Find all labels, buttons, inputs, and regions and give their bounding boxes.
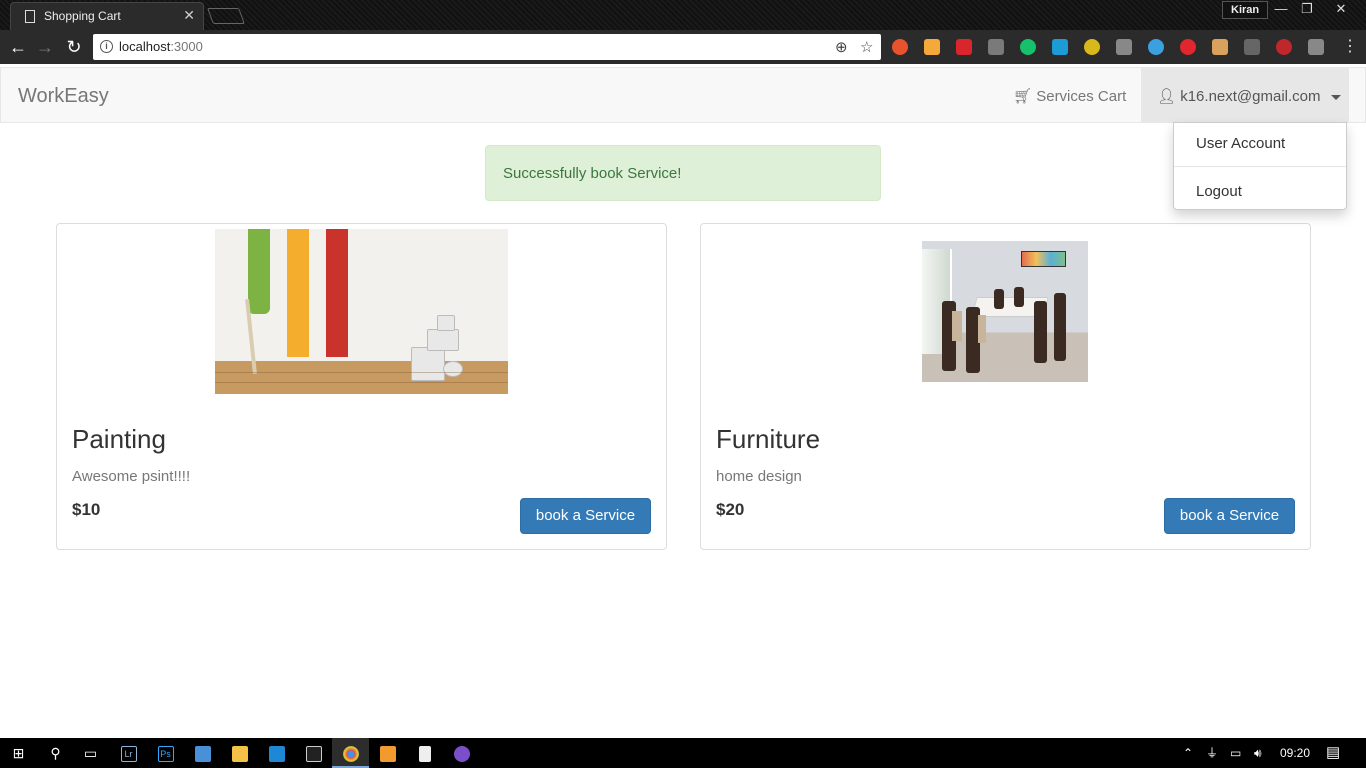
zoom-icon[interactable]: ⊕ — [835, 38, 848, 56]
restore-icon[interactable]: ❐ — [1292, 0, 1322, 18]
lightroom-icon[interactable]: Lr — [110, 738, 147, 768]
sublime-text-icon[interactable] — [369, 738, 406, 768]
painting-image — [215, 229, 508, 394]
book-service-button[interactable]: book a Service — [520, 498, 651, 534]
back-arrow-icon[interactable]: ← — [6, 35, 30, 59]
service-title: Painting — [72, 424, 166, 454]
services-cart-link[interactable]: 🛒︎ Services Cart — [1013, 87, 1126, 105]
furniture-image — [922, 241, 1088, 382]
user-email: k16.next@gmail.com — [1180, 88, 1321, 105]
document-icon — [25, 10, 35, 23]
extension-icon[interactable] — [1084, 39, 1100, 55]
forward-arrow-icon[interactable]: → — [33, 35, 57, 59]
service-description: Awesome psint!!!! — [72, 468, 191, 485]
success-alert: Successfully book Service! — [485, 145, 881, 201]
extension-icon[interactable] — [1308, 39, 1324, 55]
navbar: WorkEasy 🛒︎ Services Cart 👤︎ k16.next@gm… — [0, 67, 1366, 123]
app-icon[interactable] — [184, 738, 221, 768]
task-view-icon[interactable]: ▭ — [72, 738, 109, 768]
file-icon[interactable] — [406, 738, 443, 768]
extension-icon[interactable] — [1148, 39, 1164, 55]
clock-time[interactable]: 09:20 — [1280, 738, 1310, 768]
windows-start-icon[interactable]: ⊞ — [0, 738, 37, 768]
bookmark-star-icon[interactable]: ☆ — [860, 38, 873, 56]
extension-icon[interactable] — [1212, 39, 1228, 55]
service-description: home design — [716, 468, 802, 485]
rocket-icon[interactable] — [1244, 39, 1260, 55]
browser-menu-icon[interactable]: ⋮ — [1342, 36, 1358, 56]
address-bar[interactable]: i localhost:3000 ⊕ ☆ — [93, 34, 881, 60]
extension-icon[interactable] — [924, 39, 940, 55]
windows-taskbar: ⊞ ⚲ ▭ Lr Ps ⌃ ⏚ ▭ 🔊︎ 09:20 ▤ — [0, 738, 1366, 768]
user-dropdown-menu: User Account Logout — [1173, 122, 1347, 210]
extension-icon[interactable] — [1052, 39, 1068, 55]
file-explorer-icon[interactable] — [221, 738, 258, 768]
extension-icon[interactable] — [956, 39, 972, 55]
caret-down-icon — [1330, 94, 1341, 100]
pocket-icon[interactable] — [1116, 39, 1132, 55]
user-icon: 👤︎ — [1157, 88, 1177, 105]
menu-divider — [1174, 166, 1346, 167]
close-tab-icon[interactable]: ✕ — [183, 7, 195, 24]
chevron-up-icon[interactable]: ⌃ — [1183, 738, 1193, 768]
browser-tab[interactable]: Shopping Cart ✕ — [10, 2, 204, 30]
book-service-button[interactable]: book a Service — [1164, 498, 1295, 534]
reload-icon[interactable]: ↻ — [62, 35, 86, 59]
evernote-icon[interactable] — [988, 39, 1004, 55]
web-page: WorkEasy 🛒︎ Services Cart 👤︎ k16.next@gm… — [0, 64, 1366, 738]
info-icon[interactable]: i — [100, 40, 113, 53]
grammarly-icon[interactable] — [1020, 39, 1036, 55]
power-icon[interactable]: ⏚ — [1206, 738, 1218, 768]
service-price: $20 — [716, 500, 745, 519]
shopping-cart-icon: 🛒︎ — [1013, 88, 1033, 105]
volume-icon[interactable]: 🔊︎ — [1254, 738, 1262, 768]
brand-link[interactable]: WorkEasy — [18, 85, 109, 108]
terminal-icon[interactable] — [295, 738, 332, 768]
vscode-icon[interactable] — [258, 738, 295, 768]
tab-title: Shopping Cart — [44, 9, 121, 23]
notifications-icon[interactable]: ▤ — [1326, 738, 1340, 768]
url-text[interactable]: localhost:3000 — [119, 39, 203, 54]
browser-titlebar: Shopping Cart ✕ Kiran — ❐ ✕ — [0, 0, 1366, 30]
menu-item-user-account[interactable]: User Account — [1196, 135, 1285, 152]
extension-icon[interactable] — [1276, 39, 1292, 55]
search-icon[interactable]: ⚲ — [37, 738, 74, 768]
profile-badge[interactable]: Kiran — [1222, 1, 1269, 19]
close-window-icon[interactable]: ✕ — [1326, 0, 1356, 18]
browser-toolbar: ← → ↻ i localhost:3000 ⊕ ☆ ⋮ — [0, 30, 1366, 64]
service-card: Painting Awesome psint!!!! $10 book a Se… — [56, 223, 667, 550]
photoshop-icon[interactable]: Ps — [147, 738, 184, 768]
service-title: Furniture — [716, 424, 821, 454]
adblock-icon[interactable] — [1180, 39, 1196, 55]
chrome-icon[interactable] — [332, 738, 369, 768]
menu-item-logout[interactable]: Logout — [1196, 183, 1242, 200]
service-card: Furniture home design $20 book a Service — [700, 223, 1311, 550]
extension-icon[interactable] — [892, 39, 908, 55]
service-price: $10 — [72, 500, 101, 519]
new-tab-button[interactable] — [207, 8, 245, 24]
user-menu-toggle[interactable]: 👤︎ k16.next@gmail.com — [1141, 68, 1349, 123]
services-cart-label: Services Cart — [1036, 88, 1127, 105]
app-purple-icon[interactable] — [443, 738, 480, 768]
network-icon[interactable]: ▭ — [1230, 738, 1241, 768]
